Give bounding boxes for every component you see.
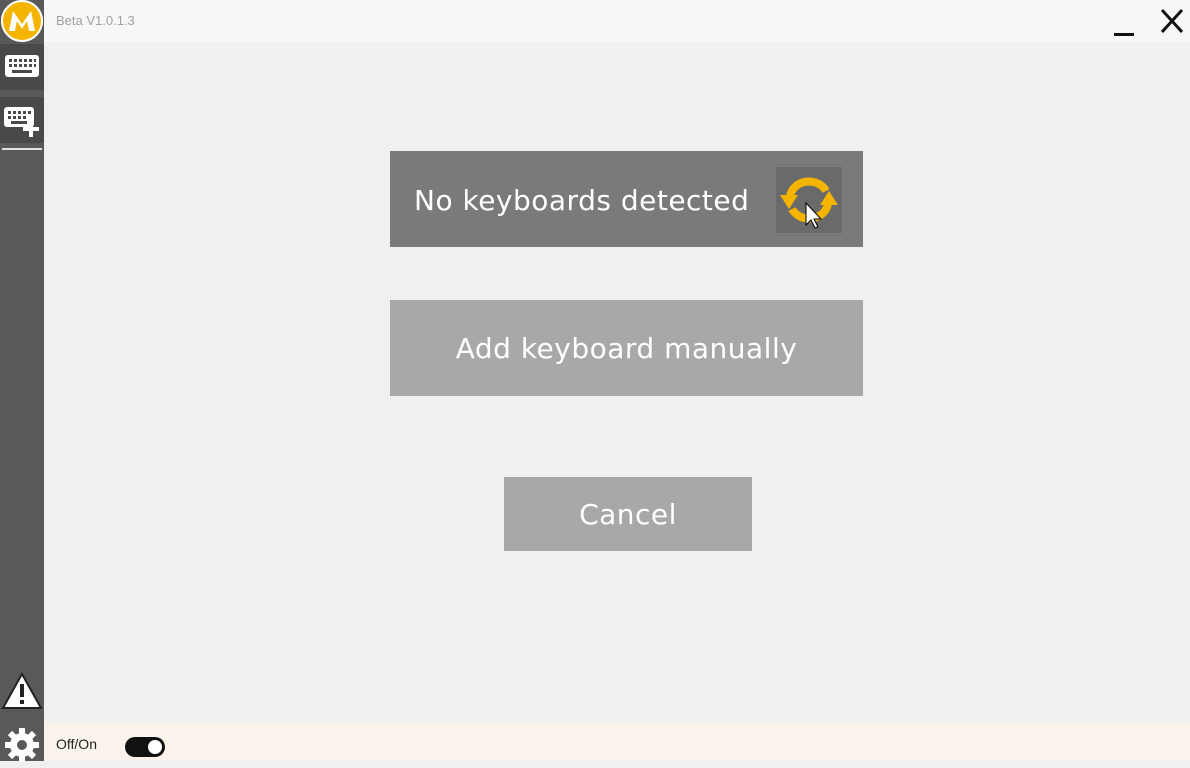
- keyboard-icon: [5, 55, 39, 77]
- minimize-button[interactable]: [1106, 4, 1142, 40]
- close-button[interactable]: [1154, 4, 1190, 40]
- toggle-knob: [148, 740, 162, 754]
- toggle-label: Off/On: [56, 736, 97, 752]
- footer-bar: Off/On: [44, 722, 1190, 761]
- sidebar-item-settings[interactable]: [0, 722, 44, 768]
- add-keyboard-manually-button[interactable]: Add keyboard manually: [390, 300, 863, 396]
- sidebar-divider: [2, 148, 42, 150]
- title-bar: Beta V1.0.1.3: [0, 0, 1190, 42]
- sidebar-item-add-keyboard[interactable]: [0, 97, 44, 143]
- off-on-toggle[interactable]: [125, 737, 165, 757]
- sidebar-item-warnings[interactable]: [0, 668, 44, 714]
- keyboard-add-icon: [4, 107, 39, 137]
- app-version: Beta V1.0.1.3: [56, 13, 135, 28]
- no-keyboards-detected-panel: No keyboards detected: [390, 151, 863, 247]
- app-logo: [1, 0, 43, 42]
- sidebar: [0, 0, 44, 762]
- warning-icon: [1, 671, 43, 709]
- refresh-icon: [780, 177, 838, 229]
- close-icon: [1160, 8, 1184, 34]
- detect-status-label: No keyboards detected: [414, 184, 750, 217]
- minimize-icon: [1114, 33, 1134, 36]
- gear-icon: [5, 728, 39, 762]
- refresh-button[interactable]: [776, 167, 842, 233]
- cancel-button[interactable]: Cancel: [504, 477, 752, 551]
- sidebar-item-keyboards[interactable]: [0, 44, 44, 90]
